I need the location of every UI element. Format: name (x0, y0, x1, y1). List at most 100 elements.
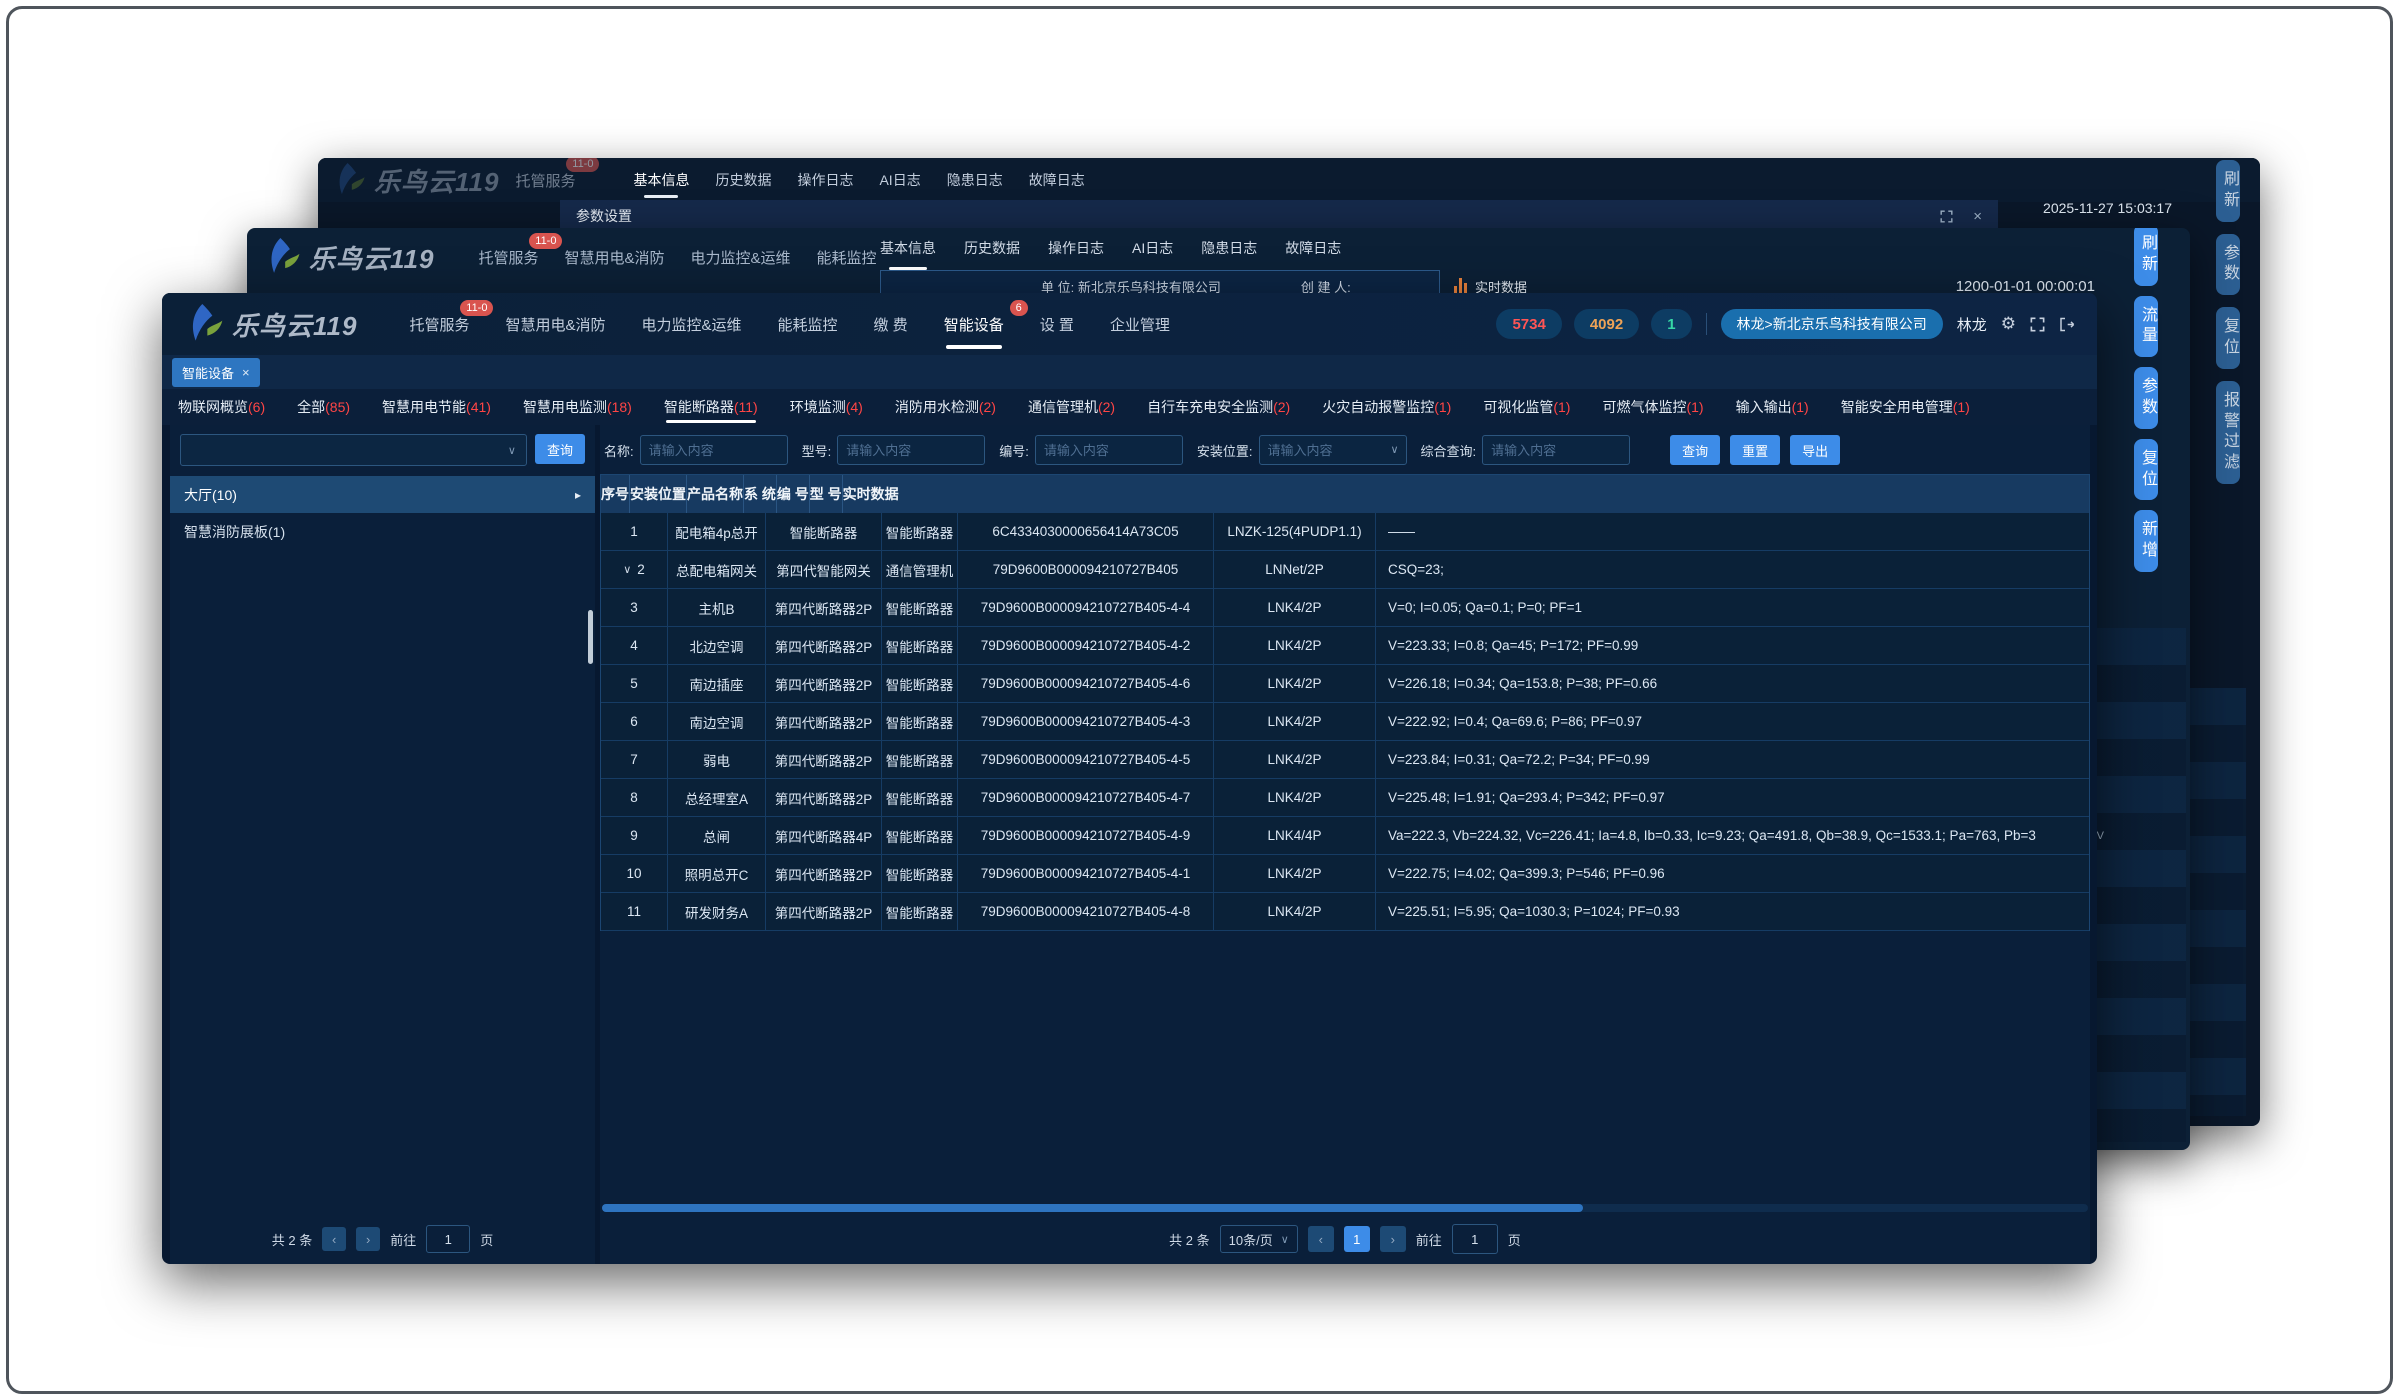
main-menu-item[interactable]: 设 置 (1040, 314, 1074, 335)
back-tab[interactable]: 基本信息 (633, 170, 689, 190)
location-search-button[interactable]: 查询 (535, 434, 585, 464)
filter-action-button[interactable]: 重置 (1730, 435, 1780, 465)
table-row[interactable]: 10 照明总开C 第四代断路器2P 智能断路器 79D9600B00009421… (601, 855, 2089, 893)
back-tab[interactable]: 历史数据 (715, 170, 771, 190)
middle-side-button[interactable]: 刷新 (2134, 228, 2158, 286)
next-page-button[interactable]: › (1380, 1226, 1406, 1252)
category-tab[interactable]: 输入输出(1) (1736, 389, 1809, 425)
user-name[interactable]: 林龙 (1957, 314, 1987, 335)
dialog-close-icon[interactable]: × (1973, 208, 1982, 225)
middle-tab[interactable]: 操作日志 (1048, 238, 1104, 258)
middle-nav-item[interactable]: 电力监控&运维 (690, 247, 790, 268)
middle-tab[interactable]: 历史数据 (964, 238, 1020, 258)
back-side-button[interactable]: 参数 (2216, 234, 2240, 296)
main-menu-item[interactable]: 智慧用电&消防 (505, 314, 605, 335)
category-tab[interactable]: 消防用水检测(2) (895, 389, 996, 425)
current-page-button[interactable]: 1 (1344, 1226, 1370, 1252)
main-menu-item[interactable]: 能耗监控 (778, 314, 838, 335)
middle-side-button[interactable]: 流量 (2134, 296, 2158, 358)
table-row[interactable]: 1 配电箱4p总开 智能断路器 智能断路器 6C4334030000656414… (601, 513, 2089, 551)
table-row[interactable]: ∨2 总配电箱网关 第四代智能网关 通信管理机 79D9600B00009421… (601, 551, 2089, 589)
middle-side-button[interactable]: 参数 (2134, 367, 2158, 429)
cell-system: 智能断路器 (882, 627, 958, 664)
page-size-select[interactable]: 10条/页∨ (1220, 1225, 1298, 1253)
filter-input[interactable] (1482, 435, 1630, 465)
next-page-button[interactable]: › (356, 1227, 380, 1251)
tree-scrollbar-thumb[interactable] (588, 610, 593, 664)
user-org-pill[interactable]: 林龙>新北京乐鸟科技有限公司 (1721, 309, 1943, 339)
back-side-button[interactable]: 复位 (2216, 307, 2240, 369)
middle-nav-item[interactable]: 智慧用电&消防 (564, 247, 664, 268)
app-logo-text: 乐鸟云119 (374, 162, 499, 199)
tab-close-icon[interactable]: × (242, 365, 250, 380)
middle-nav-item[interactable]: 能耗监控 (817, 247, 877, 268)
dialog-expand-icon[interactable] (1940, 210, 1953, 223)
back-tab[interactable]: 操作日志 (797, 170, 853, 190)
logout-icon[interactable] (2059, 317, 2075, 332)
horizontal-scrollbar-thumb[interactable] (602, 1204, 1583, 1212)
category-tab[interactable]: 智慧用电节能(41) (382, 389, 491, 425)
category-tab[interactable]: 全部(85) (297, 389, 350, 425)
filter-action-button[interactable]: 导出 (1790, 435, 1840, 465)
category-tab[interactable]: 通信管理机(2) (1028, 389, 1115, 425)
table-row[interactable]: 6 南边空调 第四代断路器2P 智能断路器 79D9600B0000942107… (601, 703, 2089, 741)
middle-tab[interactable]: 基本信息 (880, 238, 936, 258)
middle-side-button[interactable]: 新增 (2134, 510, 2158, 572)
location-select[interactable]: ∨ (180, 434, 527, 466)
category-tab[interactable]: 智能断路器(11) (664, 389, 758, 425)
filter-action-button[interactable]: 查询 (1670, 435, 1720, 465)
category-tab[interactable]: 智慧用电监测(18) (523, 389, 632, 425)
back-side-button[interactable]: 刷新 (2216, 160, 2240, 222)
main-menu-item[interactable]: 电力监控&运维 (641, 314, 741, 335)
filter-input[interactable] (1035, 435, 1183, 465)
category-tab[interactable]: 物联网概览(6) (178, 389, 265, 425)
main-menu-item[interactable]: 缴 费 (874, 314, 908, 335)
table-row[interactable]: 5 南边插座 第四代断路器2P 智能断路器 79D9600B0000942107… (601, 665, 2089, 703)
back-nav-item[interactable]: 托管服务 11-0 (515, 170, 575, 191)
main-menu-item[interactable]: 企业管理 (1110, 314, 1170, 335)
location-tree-item[interactable]: 智慧消防展板(1) (170, 513, 595, 550)
status-count-pill[interactable]: 5734 (1496, 309, 1561, 339)
table-row[interactable]: 8 总经理室A 第四代断路器2P 智能断路器 79D9600B000094210… (601, 779, 2089, 817)
middle-tab[interactable]: 隐患日志 (1201, 238, 1257, 258)
row-expand-caret[interactable]: ∨ (623, 563, 631, 576)
back-tab[interactable]: 故障日志 (1029, 170, 1085, 190)
category-tab[interactable]: 自行车充电安全监测(2) (1147, 389, 1290, 425)
table-row[interactable]: 9 总闸 第四代断路器4P 智能断路器 79D9600B000094210727… (601, 817, 2089, 855)
settings-gear-icon[interactable]: ⚙ (2001, 314, 2016, 334)
category-tab[interactable]: 环境监测(4) (790, 389, 863, 425)
filter-input[interactable] (1259, 435, 1407, 465)
back-tab[interactable]: 隐患日志 (947, 170, 1003, 190)
category-tab[interactable]: 智能安全用电管理(1) (1841, 389, 1970, 425)
prev-page-button[interactable]: ‹ (1308, 1226, 1334, 1252)
fullscreen-icon[interactable] (2030, 317, 2045, 332)
middle-nav-item[interactable]: 托管服务 11-0 (478, 247, 538, 268)
back-tab-bar: 基本信息 历史数据 操作日志 AI日志 隐患日志 故障日志 (633, 170, 1084, 190)
category-tab[interactable]: 可视化监管(1) (1483, 389, 1570, 425)
page-number-input[interactable] (426, 1225, 470, 1253)
main-menu-item[interactable]: 智能设备 6 (944, 314, 1004, 335)
page-number-input[interactable] (1452, 1224, 1498, 1254)
cell-realtime-data: V=0; I=0.05; Qa=0.1; P=0; PF=1 (1376, 589, 2089, 626)
open-tab-smart-devices[interactable]: 智能设备 × (172, 358, 260, 387)
status-count-pill[interactable]: 4092 (1574, 309, 1639, 339)
table-row[interactable]: 3 主机B 第四代断路器2P 智能断路器 79D9600B00009421072… (601, 589, 2089, 627)
back-side-button[interactable]: 报警过滤 (2216, 381, 2240, 484)
main-menu-item[interactable]: 托管服务 11-0 (409, 314, 469, 335)
category-tab[interactable]: 可燃气体监控(1) (1602, 389, 1703, 425)
middle-tab[interactable]: 故障日志 (1285, 238, 1341, 258)
status-count-pill[interactable]: 1 (1651, 309, 1691, 339)
front-top-nav: 乐鸟云119 托管服务 11-0 智慧用电&消防 电力监控&运维 (162, 293, 2097, 355)
back-tab[interactable]: AI日志 (879, 170, 920, 190)
filter-input[interactable] (837, 435, 985, 465)
table-row[interactable]: 7 弱电 第四代断路器2P 智能断路器 79D9600B000094210727… (601, 741, 2089, 779)
middle-tab[interactable]: AI日志 (1132, 238, 1173, 258)
device-table: 序号 安装位置 产品名称 系 统 编 号 型 号 实时数据 (600, 474, 2090, 931)
filter-input[interactable] (640, 435, 788, 465)
location-tree-item[interactable]: 大厅(10) ▸ (170, 476, 595, 513)
category-tab[interactable]: 火灾自动报警监控(1) (1322, 389, 1451, 425)
table-row[interactable]: 11 研发财务A 第四代断路器2P 智能断路器 79D9600B00009421… (601, 893, 2089, 931)
prev-page-button[interactable]: ‹ (322, 1227, 346, 1251)
middle-side-button[interactable]: 复位 (2134, 439, 2158, 501)
table-row[interactable]: 4 北边空调 第四代断路器2P 智能断路器 79D9600B0000942107… (601, 627, 2089, 665)
